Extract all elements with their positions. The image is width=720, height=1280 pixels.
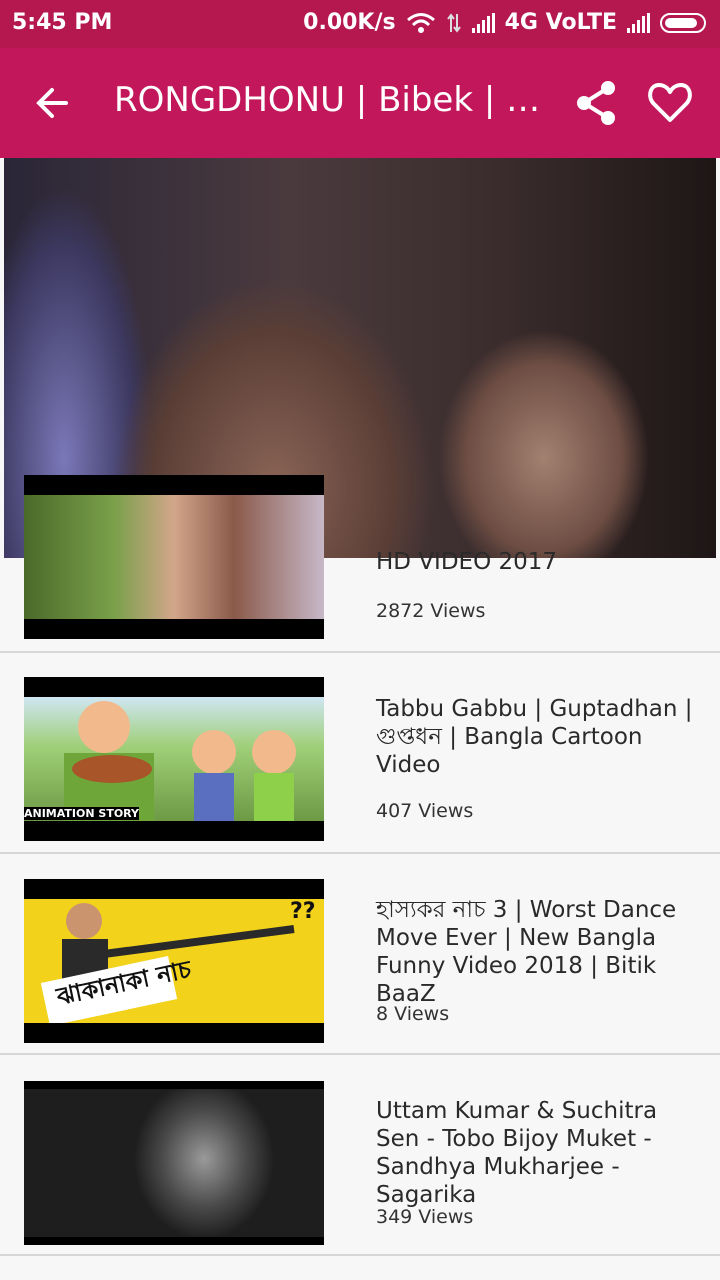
network-speed: 0.00K/s bbox=[303, 10, 396, 35]
list-item[interactable]: ঝাকানাকা নাচ ?? হাস্যকর নাচ 3 | Worst Da… bbox=[0, 854, 720, 1055]
video-title[interactable]: Uttam Kumar & Suchitra Sen - Tobo Bijoy … bbox=[376, 1097, 696, 1209]
page-title: RONGDHONU | Bibek | Official Music Video bbox=[114, 80, 554, 120]
video-thumbnail[interactable] bbox=[24, 1081, 324, 1245]
signal-icon-2 bbox=[627, 12, 650, 33]
battery-icon bbox=[660, 12, 706, 33]
view-count: 349 Views bbox=[376, 1206, 474, 1228]
view-count: 2872 Views bbox=[376, 600, 486, 622]
data-arrows-icon bbox=[446, 12, 461, 33]
share-icon[interactable] bbox=[574, 78, 620, 128]
video-thumbnail[interactable]: ANIMATION STORY bbox=[24, 677, 324, 841]
cartoon-illustration bbox=[64, 701, 296, 823]
list-item[interactable]: HD VIDEO 2017 2872 Views bbox=[0, 475, 720, 653]
wifi-icon bbox=[406, 12, 435, 33]
video-title[interactable]: হাস্যকর নাচ 3 | Worst Dance Move Ever | … bbox=[376, 896, 696, 1008]
back-arrow-icon[interactable] bbox=[32, 78, 76, 128]
status-bar: 5:45 PM 0.00K/s 4G VoLTE bbox=[0, 0, 720, 48]
thumbnail-mark: ?? bbox=[290, 899, 316, 924]
network-type: 4G VoLTE bbox=[504, 10, 617, 35]
signal-icon bbox=[471, 12, 495, 33]
video-thumbnail[interactable]: ঝাকানাকা নাচ ?? bbox=[24, 879, 324, 1043]
app-bar: RONGDHONU | Bibek | Official Music Video bbox=[0, 48, 720, 158]
video-title[interactable]: HD VIDEO 2017 bbox=[376, 548, 696, 572]
list-item[interactable]: ANIMATION STORY Tabbu Gabbu | Guptadhan … bbox=[0, 653, 720, 854]
heart-outline-icon[interactable] bbox=[646, 78, 694, 128]
video-title[interactable]: Tabbu Gabbu | Guptadhan | গুপ্তধন | Bang… bbox=[376, 695, 696, 779]
list-item[interactable]: Uttam Kumar & Suchitra Sen - Tobo Bijoy … bbox=[0, 1055, 720, 1256]
status-time: 5:45 PM bbox=[12, 10, 113, 35]
view-count: 8 Views bbox=[376, 1003, 450, 1025]
view-count: 407 Views bbox=[376, 800, 474, 822]
video-thumbnail[interactable] bbox=[24, 475, 324, 639]
thumbnail-caption: ANIMATION STORY bbox=[24, 807, 140, 820]
